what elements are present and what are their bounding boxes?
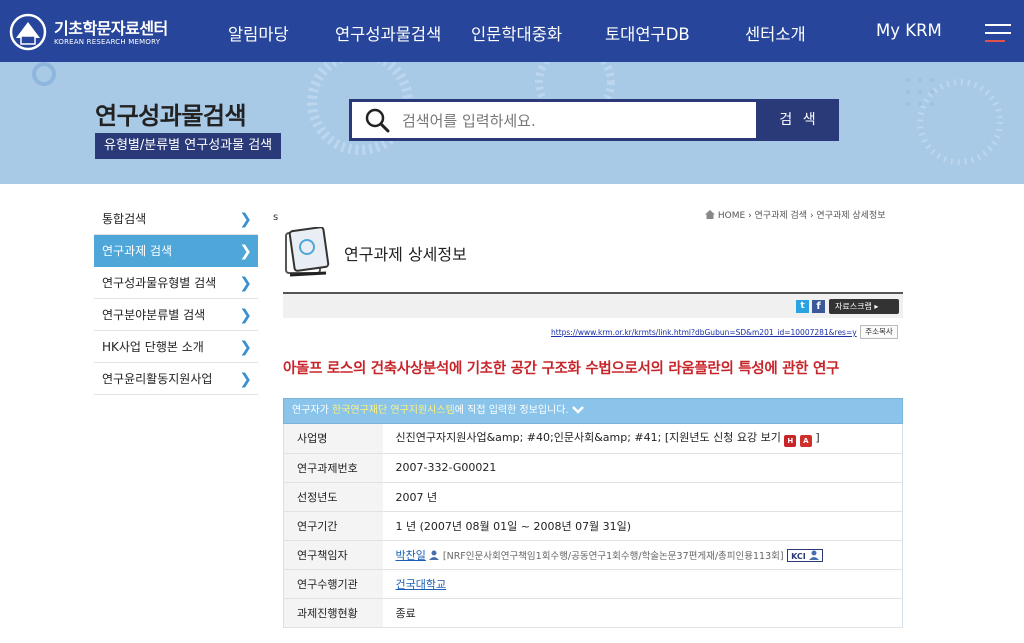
row-label: 선정년도 — [283, 482, 383, 512]
pi-name-link[interactable]: 박찬일 — [396, 549, 426, 562]
permalink[interactable]: https://www.krm.or.kr/krmts/link.html?db… — [551, 328, 857, 337]
copy-url-button[interactable]: 주소복사 — [860, 325, 898, 339]
row-value: 1 년 (2007년 08월 01일 ~ 2008년 07월 31일) — [382, 511, 903, 541]
sidebar-item-output-type-search[interactable]: 연구성과물유형별 검색 ❯ — [94, 267, 258, 299]
row-value: 종료 — [382, 598, 903, 628]
nav-research-search[interactable]: 연구성과물검색 — [335, 21, 441, 45]
breadcrumb-current: 연구과제 상세정보 — [816, 211, 886, 221]
row-value: 박찬일 [NRF인문사회연구책임1회수행/공동연구1회수행/학술논문37편게재/… — [382, 540, 903, 570]
row-value: 2007 년 — [382, 482, 903, 512]
chevron-down-icon — [571, 406, 584, 414]
page-banner: 연구성과물검색 유형별/분류별 연구성과물 검색 검 색 — [0, 62, 1024, 184]
sidebar-item-label: HK사업 단행본 소개 — [102, 340, 204, 354]
row-value: 2007-332-G00021 — [382, 453, 903, 483]
chevron-right-icon: ❯ — [239, 338, 252, 356]
stray-text: s — [273, 212, 279, 223]
table-row: 사업명 신진연구자지원사업&amp; #40;인문사회&amp; #41; [지… — [283, 424, 903, 454]
table-row: 연구책임자 박찬일 [NRF인문사회연구책임1회수행/공동연구1회수행/학술논문… — [283, 540, 903, 570]
row-label: 연구기간 — [283, 511, 383, 541]
nav-notice[interactable]: 알림마당 — [228, 21, 289, 45]
top-nav: 기초학문자료센터 KOREAN RESEARCH MEMORY 알림마당 연구성… — [0, 0, 1024, 62]
person-icon — [429, 550, 440, 560]
sidebar-item-label: 연구분야분류별 검색 — [102, 308, 206, 322]
chevron-right-icon: ❯ — [239, 274, 252, 292]
kci-label: KCI — [791, 551, 806, 561]
person-icon — [808, 550, 819, 560]
notice-highlight: 한국연구재단 연구지원시스템 — [331, 405, 455, 416]
bracket-close: ] — [815, 431, 820, 445]
menu-icon[interactable] — [985, 22, 1011, 42]
sidebar: 통합검색 ❯ 연구과제 검색 ❯ 연구성과물유형별 검색 ❯ 연구분야분류별 검… — [94, 203, 258, 395]
search-icon — [365, 108, 390, 133]
home-icon — [705, 210, 715, 219]
sidebar-item-label: 연구과제 검색 — [102, 244, 173, 258]
chevron-right-icon: ❯ — [239, 370, 252, 388]
share-toolbar — [283, 294, 903, 318]
notice-prefix: 연구자가 — [292, 405, 332, 416]
row-label: 과제진행현황 — [283, 598, 383, 628]
logo-title: 기초학문자료센터 — [54, 19, 168, 38]
row-value: 건국대학교 — [382, 569, 903, 599]
table-row: 선정년도 2007 년 — [283, 482, 903, 512]
breadcrumb-home[interactable]: HOME — [718, 211, 745, 221]
row-label: 사업명 — [283, 424, 383, 454]
nav-humanities[interactable]: 인문학대중화 — [471, 21, 562, 45]
scrap-button[interactable]: 자료스크랩 ▸ — [829, 299, 899, 314]
institution-link[interactable]: 건국대학교 — [396, 578, 447, 591]
breadcrumb-project-search[interactable]: 연구과제 검색 — [755, 211, 808, 221]
table-row: 연구수행기관 건국대학교 — [283, 569, 903, 599]
sidebar-item-label: 연구성과물유형별 검색 — [102, 276, 217, 290]
row-value: 신진연구자지원사업&amp; #40;인문사회&amp; #41; [지원년도 … — [382, 424, 903, 454]
sidebar-item-integrated-search[interactable]: 통합검색 ❯ — [94, 203, 258, 235]
nav-center-intro[interactable]: 센터소개 — [745, 21, 806, 45]
row-label: 연구과제번호 — [283, 453, 383, 483]
search-input[interactable] — [402, 108, 742, 134]
notice-suffix: 에 직접 입력한 정보입니다. — [454, 405, 569, 416]
nav-todae-db[interactable]: 토대연구DB — [605, 21, 690, 45]
logo-subtitle: KOREAN RESEARCH MEMORY — [54, 38, 161, 46]
sidebar-item-label: 연구윤리활동지원사업 — [102, 372, 213, 386]
pdf-file-icon[interactable]: A — [799, 435, 812, 448]
sidebar-item-hk-books[interactable]: HK사업 단행본 소개 ❯ — [94, 331, 258, 363]
twitter-icon[interactable]: t — [796, 300, 809, 313]
row-label: 연구수행기관 — [283, 569, 383, 599]
chevron-right-icon: ❯ — [239, 306, 252, 324]
page-title: 연구과제 상세정보 — [344, 245, 467, 264]
hwp-file-icon[interactable]: H — [784, 435, 797, 448]
project-title: 아돌프 로스의 건축사상분석에 기초한 공간 구조화 수법으로서의 라움플란의 … — [283, 361, 840, 377]
banner-title: 연구성과물검색 — [95, 102, 247, 130]
pi-detail: [NRF인문사회연구책임1회수행/공동연구1회수행/학술논문37편게재/총피인용… — [442, 550, 784, 562]
document-icon — [285, 227, 330, 277]
search-button[interactable]: 검 색 — [759, 99, 839, 141]
sidebar-item-project-search[interactable]: 연구과제 검색 ❯ — [94, 235, 258, 267]
sidebar-item-research-ethics[interactable]: 연구윤리활동지원사업 ❯ — [94, 363, 258, 395]
search-box — [349, 99, 759, 141]
banner-subtitle: 유형별/분류별 연구성과물 검색 — [95, 133, 282, 159]
table-row: 과제진행현황 종료 — [283, 598, 903, 628]
table-row: 연구기간 1 년 (2007년 08월 01일 ~ 2008년 07월 31일) — [283, 511, 903, 541]
site-logo[interactable]: 기초학문자료센터 KOREAN RESEARCH MEMORY — [8, 10, 168, 54]
row-label: 연구책임자 — [283, 540, 383, 570]
project-info-table: 사업명 신진연구자지원사업&amp; #40;인문사회&amp; #41; [지… — [283, 424, 903, 628]
logo-emblem-icon — [9, 13, 47, 51]
chevron-right-icon: ❯ — [239, 210, 252, 228]
info-notice[interactable]: 연구자가 한국연구재단 연구지원시스템에 직접 입력한 정보입니다. — [283, 398, 903, 424]
table-row: 연구과제번호 2007-332-G00021 — [283, 453, 903, 483]
chevron-right-icon: ❯ — [239, 242, 252, 260]
sidebar-item-label: 통합검색 — [102, 212, 147, 226]
nav-my-krm[interactable]: My KRM — [876, 21, 942, 40]
sidebar-item-field-search[interactable]: 연구분야분류별 검색 ❯ — [94, 299, 258, 331]
facebook-icon[interactable]: f — [812, 300, 825, 313]
kci-button[interactable]: KCI — [787, 548, 823, 562]
breadcrumb: HOME › 연구과제 검색 › 연구과제 상세정보 — [705, 208, 886, 221]
program-name: 신진연구자지원사업&amp; #40;인문사회&amp; #41; [지원년도 … — [395, 431, 781, 445]
